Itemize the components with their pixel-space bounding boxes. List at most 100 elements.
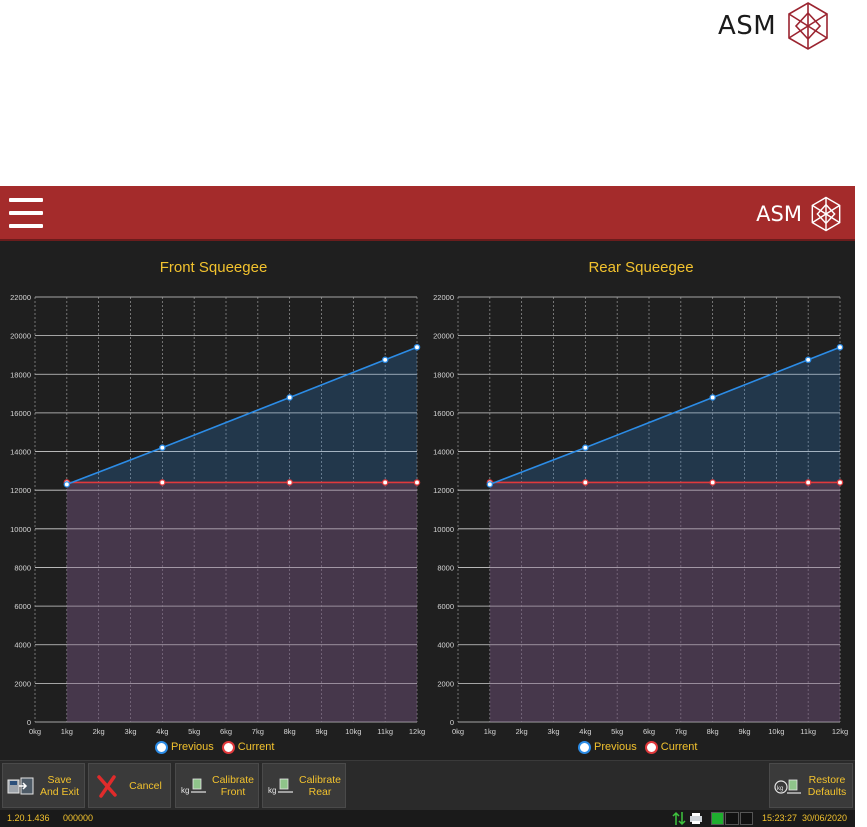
cancel-button[interactable]: Cancel — [88, 763, 171, 808]
x-tick-label: 9kg — [738, 727, 750, 736]
x-tick-label: 10kg — [345, 727, 361, 736]
current-legend-label: Current — [660, 741, 698, 753]
menu-icon[interactable] — [9, 198, 43, 228]
y-tick-label: 20000 — [10, 332, 31, 341]
previous-series-line-point[interactable] — [582, 444, 589, 451]
x-tick-label: 3kg — [547, 727, 559, 736]
status-light-off — [739, 812, 753, 825]
front-squeegee-chart: Front Squeegee 0 2000 4000 6000 8000 10000 120… — [0, 241, 427, 760]
previous-series-line-point[interactable] — [159, 444, 166, 451]
y-tick-label: 14000 — [10, 448, 31, 457]
current-series-line-point[interactable] — [381, 479, 389, 486]
header-logo: ASM — [756, 196, 842, 232]
svg-text:kg: kg — [777, 786, 783, 792]
y-tick-label: 20000 — [433, 332, 454, 341]
brand-logo: ASM — [718, 0, 830, 52]
bottom-toolbar: Save And Exit Cancel kg Calibrate Front — [0, 760, 855, 811]
current-area — [489, 482, 840, 722]
current-series-line-point[interactable] — [836, 479, 844, 486]
restore-defaults-label: Restore Defaults — [807, 773, 847, 798]
previous-series-line-point[interactable] — [413, 343, 421, 351]
kg-scale-icon: kg — [267, 773, 295, 799]
x-tick-label: 8kg — [707, 727, 719, 736]
y-tick-label: 10000 — [433, 525, 454, 534]
asm-emblem-icon — [811, 196, 841, 232]
y-tick-label: 16000 — [10, 409, 31, 418]
current-legend-label: Current — [237, 741, 275, 753]
previous-series-line-point[interactable] — [709, 394, 716, 401]
kg-scale-icon: kg — [180, 773, 208, 799]
status-bar: 1.20.1.436 000000 15:23:27 30/06/2020 — [0, 810, 855, 827]
rear-squeegee-plot: 0 2000 4000 6000 8000 10000 12000 14000 16000 180… — [433, 293, 848, 736]
status-light-off — [725, 812, 739, 825]
current-series-line-point[interactable] — [286, 479, 293, 486]
version-text: 1.20.1.436 — [7, 813, 50, 823]
y-tick-label: 4000 — [14, 641, 31, 650]
current-series-line-point[interactable] — [709, 479, 716, 486]
front-squeegee-plot: 0 2000 4000 6000 8000 10000 12000 14000 16000 180… — [10, 293, 425, 736]
app-window: ASM Front Squeegee 0 2000 4000 6000 8000 1000… — [0, 186, 855, 827]
current-series-line-point[interactable] — [804, 479, 812, 486]
x-tick-label: 12kg — [832, 727, 848, 736]
y-tick-label: 6000 — [14, 602, 31, 611]
save-and-exit-label: Save And Exit — [39, 773, 80, 798]
x-tick-label: 7kg — [675, 727, 687, 736]
save-and-exit-button[interactable]: Save And Exit — [2, 763, 85, 808]
x-tick-label: 1kg — [61, 727, 73, 736]
y-tick-label: 22000 — [433, 293, 454, 302]
restore-defaults-button[interactable]: kg Restore Defaults — [769, 763, 853, 808]
cancel-label: Cancel — [129, 779, 162, 792]
network-transfer-icon — [672, 811, 686, 826]
y-tick-label: 8000 — [437, 563, 454, 572]
current-series-line-point[interactable] — [159, 479, 166, 486]
x-tick-label: 0kg — [29, 727, 41, 736]
current-series-line-point[interactable] — [582, 479, 589, 486]
kg-restore-icon: kg — [774, 773, 802, 799]
x-tick-label: 1kg — [484, 727, 496, 736]
signal-tower-indicator — [711, 812, 753, 825]
current-area — [66, 482, 417, 722]
previous-legend-label: Previous — [594, 741, 637, 753]
previous-legend-marker[interactable] — [155, 740, 168, 754]
front-chart-legend: Previous Current — [155, 739, 282, 755]
y-tick-label: 0 — [450, 718, 454, 727]
current-series-line-point[interactable] — [413, 479, 421, 486]
y-tick-label: 6000 — [437, 602, 454, 611]
y-tick-label: 4000 — [437, 641, 454, 650]
calibrate-front-button[interactable]: kg Calibrate Front — [175, 763, 259, 808]
y-tick-label: 16000 — [433, 409, 454, 418]
x-tick-label: 2kg — [93, 727, 105, 736]
current-legend-marker[interactable] — [221, 740, 235, 754]
previous-series-line-point[interactable] — [486, 481, 494, 488]
calibrate-front-label: Calibrate Front — [211, 773, 255, 798]
x-tick-label: 3kg — [124, 727, 136, 736]
x-tick-label: 10kg — [768, 727, 784, 736]
y-tick-label: 2000 — [14, 679, 31, 688]
y-tick-label: 12000 — [433, 486, 454, 495]
y-tick-label: 14000 — [433, 448, 454, 457]
x-tick-label: 7kg — [252, 727, 264, 736]
cancel-x-icon — [93, 773, 121, 799]
rear-squeegee-chart: Rear Squeegee 0 2000 4000 6000 8000 10000 1200… — [427, 241, 855, 760]
previous-legend-label: Previous — [171, 741, 214, 753]
brand-logo-text: ASM — [718, 11, 777, 41]
y-tick-label: 18000 — [10, 370, 31, 379]
header-bar: ASM — [0, 186, 855, 241]
y-tick-label: 0 — [27, 718, 31, 727]
x-tick-label: 5kg — [611, 727, 623, 736]
x-tick-label: 5kg — [188, 727, 200, 736]
x-tick-label: 4kg — [579, 727, 591, 736]
svg-text:kg: kg — [181, 786, 189, 795]
previous-series-line-point[interactable] — [836, 343, 844, 351]
current-legend-marker[interactable] — [644, 740, 658, 754]
header-logo-text: ASM — [756, 202, 802, 226]
previous-series-line-point[interactable] — [286, 394, 293, 401]
y-tick-label: 12000 — [10, 486, 31, 495]
x-tick-label: 6kg — [220, 727, 232, 736]
previous-series-line-point[interactable] — [804, 356, 812, 364]
previous-legend-marker[interactable] — [578, 740, 591, 754]
rear-chart-legend: Previous Current — [578, 739, 705, 755]
previous-series-line-point[interactable] — [63, 481, 71, 488]
calibrate-rear-button[interactable]: kg Calibrate Rear — [262, 763, 346, 808]
previous-series-line-point[interactable] — [381, 356, 389, 364]
